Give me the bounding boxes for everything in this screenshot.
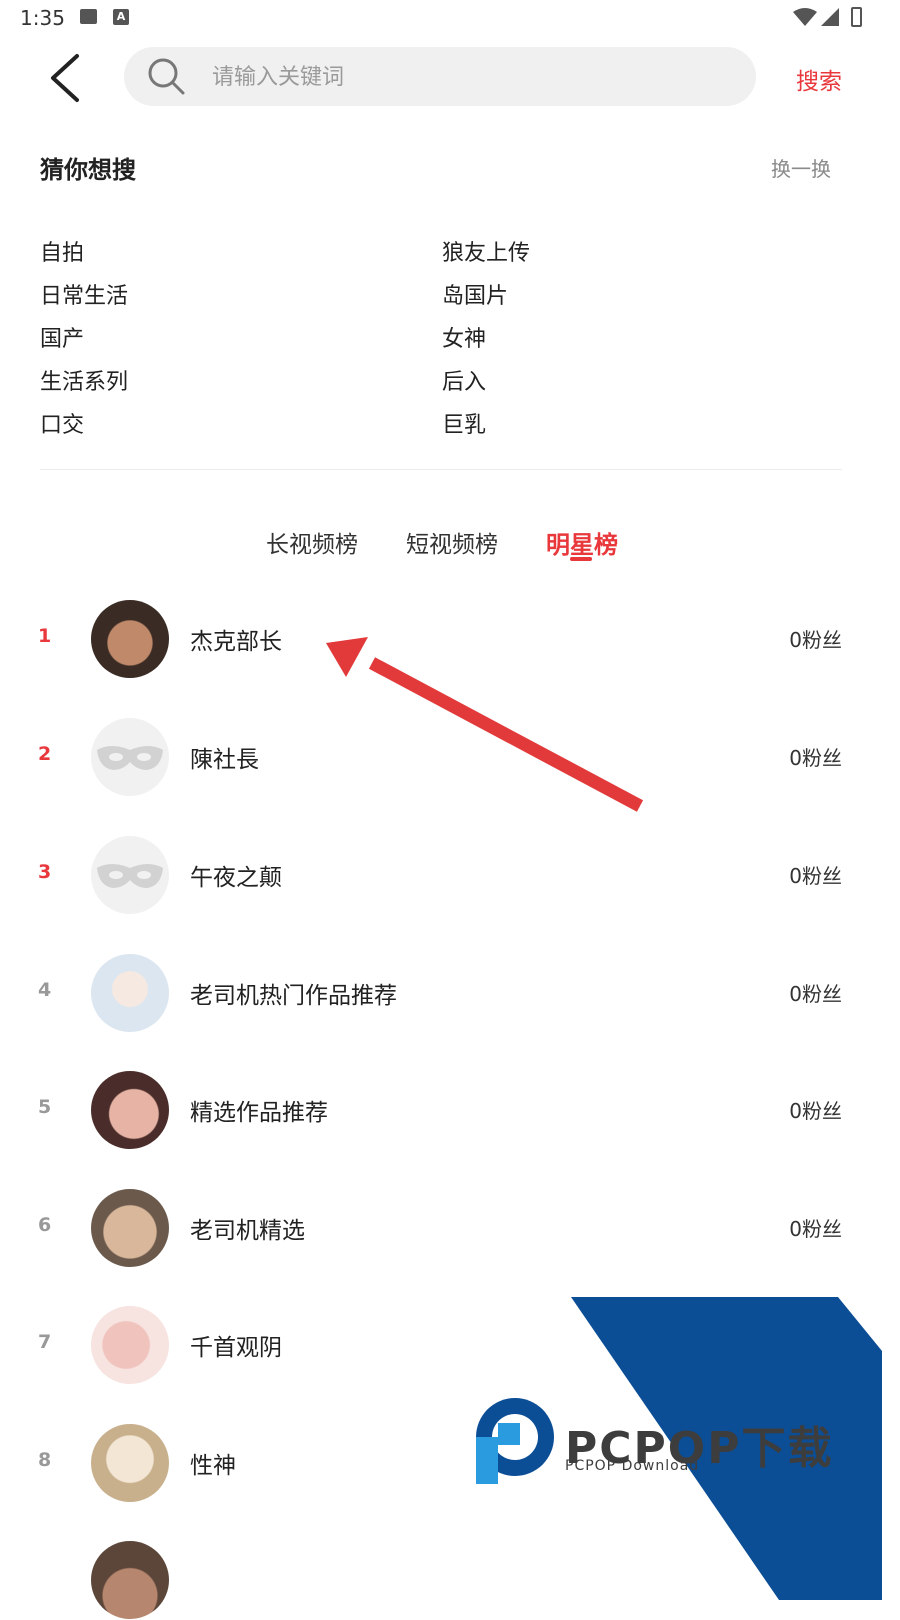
rank-number: 4 (38, 979, 52, 1001)
a-icon: A (113, 9, 129, 25)
active-tab-indicator (570, 557, 592, 561)
avatar-placeholder (91, 836, 169, 914)
star-name: 午夜之颠 (190, 865, 282, 891)
ranking-row-partial[interactable] (0, 1540, 900, 1620)
mask-icon (97, 746, 163, 770)
signal-icon (821, 8, 839, 26)
fans-count: 0粉丝 (789, 628, 842, 652)
rank-number: 7 (38, 1331, 52, 1353)
avatar (91, 954, 169, 1032)
battery-icon (851, 7, 862, 27)
ranking-row[interactable]: 7 千首观阴 (0, 1305, 900, 1385)
ranking-row[interactable]: 1 杰克部长 0粉丝 (0, 599, 900, 679)
fans-count: 0粉丝 (789, 1099, 842, 1123)
rank-number: 6 (38, 1214, 52, 1236)
tab-long-video[interactable]: 长视频榜 (266, 525, 358, 559)
status-time: 1:35 (20, 6, 65, 30)
ranking-row[interactable]: 4 老司机热门作品推荐 0粉丝 (0, 953, 900, 1033)
avatar (91, 1306, 169, 1384)
keyword-item[interactable]: 生活系列 (40, 363, 128, 403)
rank-number: 3 (38, 861, 52, 883)
avatar (91, 1541, 169, 1619)
ranking-row[interactable]: 5 精选作品推荐 0粉丝 (0, 1070, 900, 1150)
star-name: 精选作品推荐 (190, 1100, 328, 1126)
fans-count: 0粉丝 (789, 982, 842, 1006)
star-name: 老司机热门作品推荐 (190, 983, 397, 1009)
tab-short-video[interactable]: 短视频榜 (406, 525, 498, 559)
tab-star[interactable]: 明星榜 (546, 525, 618, 560)
back-button[interactable] (44, 50, 94, 106)
fans-count: 0粉丝 (789, 746, 842, 770)
fans-count: 0粉丝 (789, 1217, 842, 1241)
star-name: 杰克部长 (190, 629, 282, 655)
search-icon (148, 58, 185, 95)
search-input[interactable] (210, 47, 734, 108)
rank-number: 2 (38, 743, 52, 765)
search-button[interactable]: 搜索 (796, 62, 842, 96)
avatar (91, 600, 169, 678)
avatar (91, 1189, 169, 1267)
ranking-row[interactable]: 3 午夜之颠 0粉丝 (0, 835, 900, 915)
status-bar: 1:35 A (0, 0, 900, 36)
keyword-item[interactable]: 女神 (442, 320, 486, 360)
section-divider (40, 469, 842, 470)
chevron-left-icon (51, 54, 79, 102)
rank-number: 8 (38, 1449, 52, 1471)
keyword-item[interactable]: 岛国片 (442, 277, 508, 317)
keyword-item[interactable]: 巨乳 (442, 406, 486, 446)
keyword-item[interactable]: 日常生活 (40, 277, 128, 317)
refresh-button[interactable]: 换一换 (771, 153, 831, 182)
avatar (91, 1071, 169, 1149)
star-name: 千首观阴 (190, 1335, 282, 1361)
guess-title: 猜你想搜 (40, 156, 136, 184)
rank-number: 1 (38, 625, 52, 647)
wifi-icon (793, 8, 817, 26)
ranking-row[interactable]: 6 老司机精选 0粉丝 (0, 1188, 900, 1268)
search-bar[interactable] (124, 47, 756, 108)
keyword-item[interactable]: 自拍 (40, 234, 84, 274)
keyword-item[interactable]: 口交 (40, 406, 84, 446)
image-icon (80, 9, 97, 24)
avatar (91, 1424, 169, 1502)
star-name: 老司机精选 (190, 1218, 305, 1244)
ranking-row[interactable]: 2 陳社長 0粉丝 (0, 717, 900, 797)
rank-number: 5 (38, 1096, 52, 1118)
fans-count: 0粉丝 (789, 864, 842, 888)
star-name: 陳社長 (190, 747, 259, 773)
avatar-placeholder (91, 718, 169, 796)
ranking-tabs: 长视频榜 短视频榜 明星榜 (0, 525, 900, 575)
keyword-item[interactable]: 后入 (442, 363, 486, 403)
keyword-item[interactable]: 国产 (40, 320, 84, 360)
mask-icon (97, 864, 163, 888)
keyword-item[interactable]: 狼友上传 (442, 234, 530, 274)
star-name: 性神 (190, 1453, 236, 1479)
watermark-logo-subtitle: PCPOP Download (565, 1458, 700, 1474)
